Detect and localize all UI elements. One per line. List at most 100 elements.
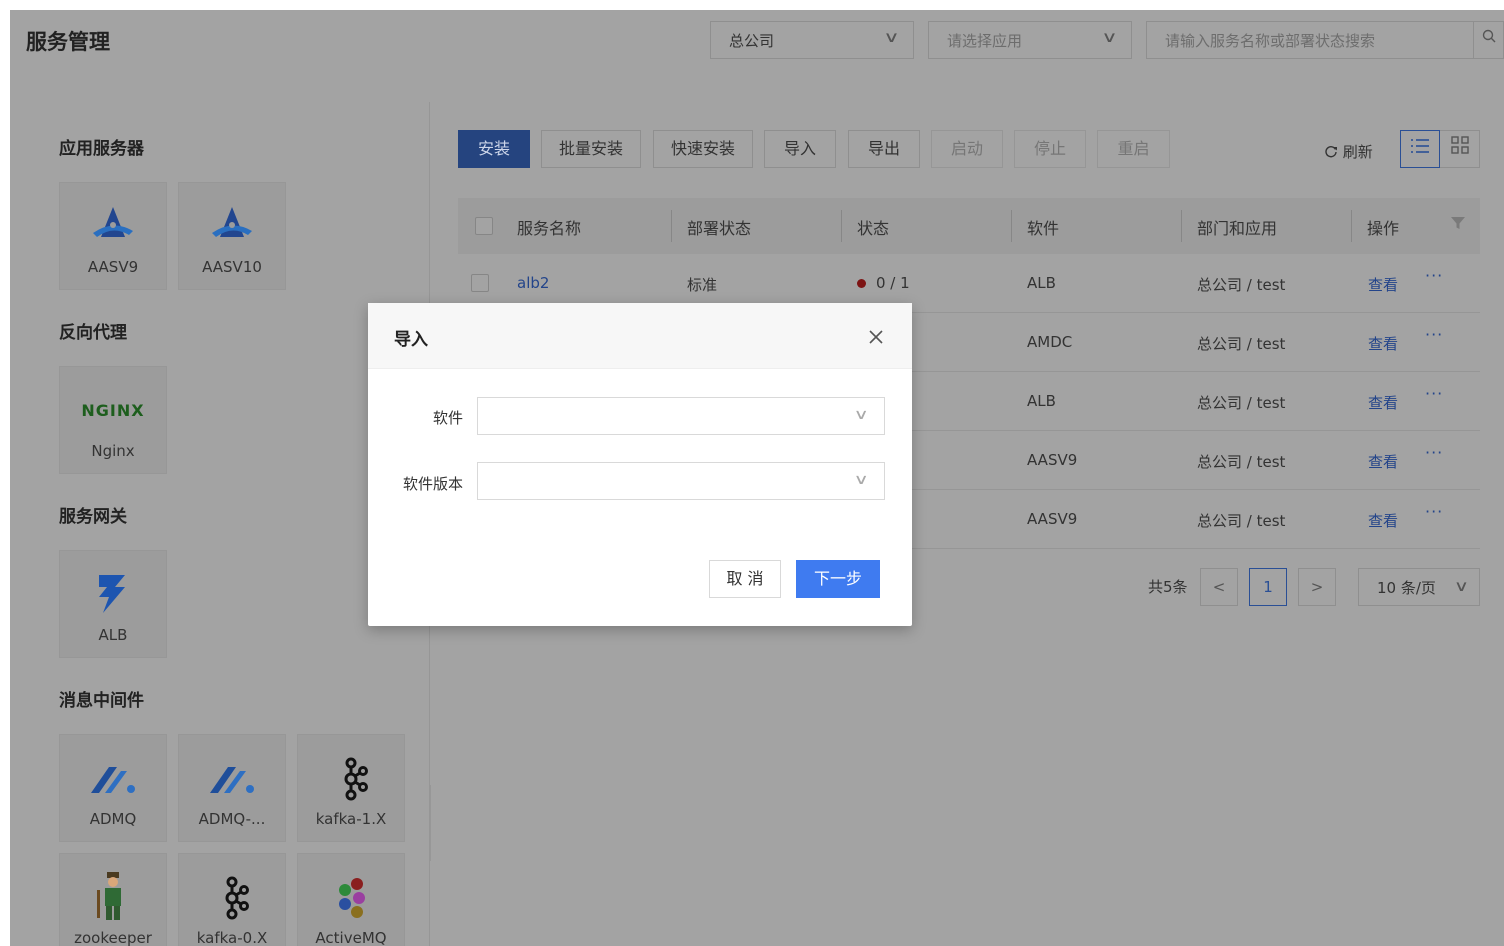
row-checkbox[interactable]: [471, 274, 489, 292]
dialog-header: 导入: [368, 303, 912, 369]
column-header-actions: 操作: [1367, 219, 1400, 238]
zookeeper-logo-icon: [97, 872, 121, 920]
pagination-page-1[interactable]: 1: [1249, 568, 1287, 606]
software-tile-admq[interactable]: ADMQ: [59, 734, 167, 842]
view-link[interactable]: 查看: [1368, 392, 1398, 413]
refresh-label: 刷新: [1342, 143, 1373, 161]
software-version-select[interactable]: ∨: [477, 462, 885, 500]
view-link[interactable]: 查看: [1368, 451, 1398, 472]
software-tile-label: kafka-1.X: [315, 810, 387, 828]
section-title-message-middleware: 消息中间件: [59, 691, 144, 711]
software-tile-kafka-1x[interactable]: kafka-1.X: [297, 734, 405, 842]
software-cell: AMDC: [1027, 333, 1073, 351]
software-tile-label: AASV9: [87, 258, 139, 276]
section-title-service-gateway: 服务网关: [59, 507, 127, 527]
software-tile-label: zookeeper: [74, 929, 152, 946]
software-tile-label: Nginx: [91, 442, 135, 460]
pagination-next-button[interactable]: >: [1298, 568, 1336, 606]
app-select-placeholder: 请选择应用: [947, 32, 1023, 50]
page-size-value: 10 条/页: [1377, 579, 1436, 597]
quick-install-button[interactable]: 快速安装: [653, 130, 753, 168]
next-step-button[interactable]: 下一步: [796, 560, 880, 598]
kafka-logo-icon: [344, 757, 368, 801]
software-cell: AASV9: [1027, 510, 1078, 528]
more-actions-icon[interactable]: ···: [1425, 443, 1443, 462]
column-divider: [1011, 210, 1012, 242]
import-button[interactable]: 导入: [764, 130, 836, 168]
cancel-button[interactable]: 取 消: [709, 560, 781, 598]
more-actions-icon[interactable]: ···: [1425, 266, 1443, 285]
software-select[interactable]: ∨: [477, 397, 885, 435]
software-tile-admq-2[interactable]: ADMQ-...: [178, 734, 286, 842]
chevron-down-icon: ∨: [1101, 28, 1118, 46]
software-cell: AASV9: [1027, 451, 1078, 469]
pagination-total: 共5条: [1148, 578, 1188, 596]
select-all-checkbox[interactable]: [475, 217, 493, 235]
software-tile-label: ADMQ-...: [198, 810, 266, 828]
more-actions-icon[interactable]: ···: [1425, 384, 1443, 403]
software-label: 软件: [432, 409, 463, 427]
batch-install-button[interactable]: 批量安装: [541, 130, 641, 168]
more-actions-icon[interactable]: ···: [1425, 502, 1443, 521]
page-size-select[interactable]: 10 条/页 ∨: [1358, 568, 1480, 606]
search-input[interactable]: 请输入服务名称或部署状态搜索: [1146, 21, 1504, 59]
pagination-prev-button[interactable]: <: [1200, 568, 1238, 606]
software-tile-zookeeper[interactable]: zookeeper: [59, 853, 167, 946]
section-title-reverse-proxy: 反向代理: [59, 323, 127, 343]
aas-logo-icon: [93, 207, 133, 237]
page-title: 服务管理: [26, 30, 110, 54]
start-button[interactable]: 启动: [931, 130, 1003, 168]
column-header-software: 软件: [1027, 219, 1060, 238]
filter-icon[interactable]: [1450, 215, 1466, 235]
import-dialog: 导入 软件 ∨ 软件版本 ∨ 取 消 下一步: [368, 303, 912, 626]
software-tile-label: ADMQ: [89, 810, 137, 828]
alb-logo-icon: [99, 575, 125, 613]
chevron-down-icon: ∨: [853, 407, 869, 423]
refresh-icon: [1325, 146, 1337, 158]
grid-view-icon: [1450, 136, 1469, 154]
software-tile-aasv10[interactable]: AASV10: [178, 182, 286, 290]
table-header: 服务名称 部署状态 状态 软件 部门和应用 操作: [458, 198, 1480, 254]
more-actions-icon[interactable]: ···: [1425, 325, 1443, 344]
list-view-icon: [1411, 139, 1429, 153]
search-button[interactable]: [1473, 21, 1504, 59]
view-link[interactable]: 查看: [1368, 510, 1398, 531]
close-icon: [869, 330, 883, 344]
dept-app-cell: 总公司 / test: [1197, 276, 1286, 294]
admq-logo-icon: [91, 767, 135, 793]
install-button[interactable]: 安装: [458, 130, 530, 168]
software-version-label: 软件版本: [402, 475, 463, 493]
column-header-name: 服务名称: [517, 219, 582, 238]
dept-app-cell: 总公司 / test: [1197, 453, 1286, 471]
export-button[interactable]: 导出: [848, 130, 920, 168]
service-name-link[interactable]: alb2: [517, 274, 549, 292]
admq-logo-icon: [210, 767, 254, 793]
close-button[interactable]: [866, 327, 886, 347]
nginx-logo-icon: NGINX: [81, 401, 145, 420]
column-divider: [671, 210, 672, 242]
software-tile-aasv9[interactable]: AASV9: [59, 182, 167, 290]
software-tile-activemq[interactable]: ActiveMQ: [297, 853, 405, 946]
list-view-button[interactable]: [1400, 130, 1440, 168]
top-bar: 服务管理 总公司 ∨ 请选择应用 ∨ 请输入服务名称或部署状态搜索: [10, 10, 1504, 74]
software-tile-alb[interactable]: ALB: [59, 550, 167, 658]
search-icon: [1482, 29, 1496, 43]
view-link[interactable]: 查看: [1368, 274, 1398, 295]
column-header-deploy-status: 部署状态: [687, 219, 752, 238]
restart-button[interactable]: 重启: [1097, 130, 1170, 168]
software-tile-label: ALB: [98, 626, 128, 644]
column-divider: [1351, 210, 1352, 242]
app-select[interactable]: 请选择应用 ∨: [928, 21, 1132, 59]
dept-app-cell: 总公司 / test: [1197, 512, 1286, 530]
software-tile-kafka-0x[interactable]: kafka-0.X: [178, 853, 286, 946]
software-tile-label: AASV10: [202, 258, 262, 276]
status-value: 0 / 1: [876, 274, 910, 292]
status-cell: 0 / 1: [857, 274, 910, 292]
company-select[interactable]: 总公司 ∨: [710, 21, 914, 59]
stop-button[interactable]: 停止: [1014, 130, 1086, 168]
software-tile-nginx[interactable]: NGINX Nginx: [59, 366, 167, 474]
grid-view-button[interactable]: [1440, 130, 1480, 168]
refresh-button[interactable]: 刷新: [1324, 141, 1373, 162]
view-link[interactable]: 查看: [1368, 333, 1398, 354]
software-cell: ALB: [1027, 274, 1056, 292]
